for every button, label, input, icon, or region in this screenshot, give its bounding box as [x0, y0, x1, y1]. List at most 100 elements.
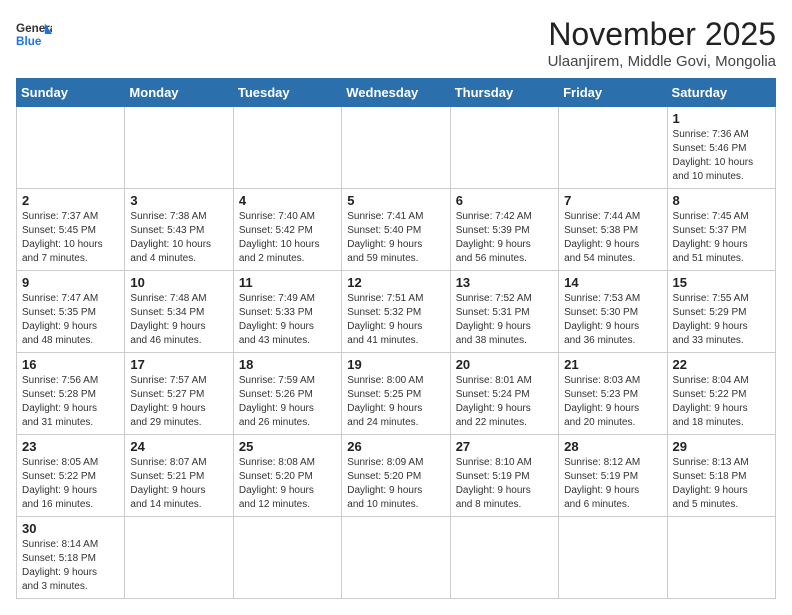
day-info: Sunrise: 7:51 AM Sunset: 5:32 PM Dayligh…	[347, 292, 444, 348]
calendar-cell: 20Sunrise: 8:01 AM Sunset: 5:24 PM Dayli…	[450, 353, 558, 435]
day-number: 8	[673, 193, 770, 208]
calendar-cell	[667, 517, 775, 599]
day-info: Sunrise: 7:53 AM Sunset: 5:30 PM Dayligh…	[564, 292, 661, 348]
day-number: 2	[22, 193, 119, 208]
logo: General Blue	[16, 16, 52, 52]
title-area: November 2025 Ulaanjirem, Middle Govi, M…	[548, 16, 776, 70]
day-info: Sunrise: 8:14 AM Sunset: 5:18 PM Dayligh…	[22, 538, 119, 594]
calendar-subtitle: Ulaanjirem, Middle Govi, Mongolia	[548, 53, 776, 70]
logo-icon: General Blue	[16, 16, 52, 52]
day-number: 27	[456, 439, 553, 454]
day-info: Sunrise: 8:10 AM Sunset: 5:19 PM Dayligh…	[456, 456, 553, 512]
calendar-cell: 12 Sunrise: 7:51 AM Sunset: 5:32 PM Dayli…	[342, 271, 450, 353]
calendar-cell: 8 Sunrise: 7:45 AM Sunset: 5:37 PM Daylig…	[667, 189, 775, 271]
day-info: Sunrise: 7:40 AM Sunset: 5:42 PM Dayligh…	[239, 210, 336, 266]
calendar-cell	[450, 107, 558, 189]
day-info: Sunrise: 7:55 AM Sunset: 5:29 PM Dayligh…	[673, 292, 770, 348]
calendar-cell	[17, 107, 125, 189]
weekday-header-thursday: Thursday	[450, 79, 558, 107]
day-info: Sunrise: 7:38 AM Sunset: 5:43 PM Dayligh…	[130, 210, 227, 266]
calendar-cell: 1 Sunrise: 7:36 AM Sunset: 5:46 PM Daylig…	[667, 107, 775, 189]
day-number: 6	[456, 193, 553, 208]
weekday-header-monday: Monday	[125, 79, 233, 107]
calendar-cell: 25Sunrise: 8:08 AM Sunset: 5:20 PM Dayli…	[233, 435, 341, 517]
calendar-cell: 21 Sunrise: 8:03 AM Sunset: 5:23 PM Dayli…	[559, 353, 667, 435]
day-number: 12	[347, 275, 444, 290]
calendar-cell	[342, 517, 450, 599]
calendar-cell	[233, 107, 341, 189]
day-number: 18	[239, 357, 336, 372]
day-number: 4	[239, 193, 336, 208]
calendar-cell: 16 Sunrise: 7:56 AM Sunset: 5:28 PM Dayli…	[17, 353, 125, 435]
day-number: 10	[130, 275, 227, 290]
calendar-cell: 11Sunrise: 7:49 AM Sunset: 5:33 PM Dayli…	[233, 271, 341, 353]
calendar-cell: 4 Sunrise: 7:40 AM Sunset: 5:42 PM Daylig…	[233, 189, 341, 271]
calendar-week-row: 30 Sunrise: 8:14 AM Sunset: 5:18 PM Dayli…	[17, 517, 776, 599]
day-number: 15	[673, 275, 770, 290]
day-info: Sunrise: 7:36 AM Sunset: 5:46 PM Dayligh…	[673, 128, 770, 184]
day-info: Sunrise: 8:09 AM Sunset: 5:20 PM Dayligh…	[347, 456, 444, 512]
weekday-header-saturday: Saturday	[667, 79, 775, 107]
day-info: Sunrise: 7:37 AM Sunset: 5:45 PM Dayligh…	[22, 210, 119, 266]
calendar-cell: 14 Sunrise: 7:53 AM Sunset: 5:30 PM Dayli…	[559, 271, 667, 353]
day-info: Sunrise: 7:48 AM Sunset: 5:34 PM Dayligh…	[130, 292, 227, 348]
day-info: Sunrise: 8:07 AM Sunset: 5:21 PM Dayligh…	[130, 456, 227, 512]
calendar-cell: 28 Sunrise: 8:12 AM Sunset: 5:19 PM Dayli…	[559, 435, 667, 517]
calendar-cell: 22 Sunrise: 8:04 AM Sunset: 5:22 PM Dayli…	[667, 353, 775, 435]
day-number: 16	[22, 357, 119, 372]
calendar-cell	[342, 107, 450, 189]
day-number: 9	[22, 275, 119, 290]
day-info: Sunrise: 7:44 AM Sunset: 5:38 PM Dayligh…	[564, 210, 661, 266]
calendar-cell	[125, 517, 233, 599]
calendar-table: SundayMondayTuesdayWednesdayThursdayFrid…	[16, 78, 776, 599]
day-info: Sunrise: 8:05 AM Sunset: 5:22 PM Dayligh…	[22, 456, 119, 512]
calendar-week-row: 1 Sunrise: 7:36 AM Sunset: 5:46 PM Daylig…	[17, 107, 776, 189]
day-number: 17	[130, 357, 227, 372]
calendar-week-row: 23 Sunrise: 8:05 AM Sunset: 5:22 PM Dayli…	[17, 435, 776, 517]
header: General Blue November 2025 Ulaanjirem, M…	[16, 16, 776, 70]
day-number: 26	[347, 439, 444, 454]
day-info: Sunrise: 7:52 AM Sunset: 5:31 PM Dayligh…	[456, 292, 553, 348]
day-info: Sunrise: 8:13 AM Sunset: 5:18 PM Dayligh…	[673, 456, 770, 512]
day-info: Sunrise: 8:04 AM Sunset: 5:22 PM Dayligh…	[673, 374, 770, 430]
calendar-cell: 18 Sunrise: 7:59 AM Sunset: 5:26 PM Dayli…	[233, 353, 341, 435]
day-number: 19	[347, 357, 444, 372]
calendar-cell	[233, 517, 341, 599]
calendar-cell: 23 Sunrise: 8:05 AM Sunset: 5:22 PM Dayli…	[17, 435, 125, 517]
weekday-header-wednesday: Wednesday	[342, 79, 450, 107]
day-number: 11	[239, 275, 336, 290]
calendar-week-row: 16 Sunrise: 7:56 AM Sunset: 5:28 PM Dayli…	[17, 353, 776, 435]
day-number: 30	[22, 521, 119, 536]
calendar-title: November 2025	[548, 16, 776, 53]
calendar-cell: 9Sunrise: 7:47 AM Sunset: 5:35 PM Daylig…	[17, 271, 125, 353]
day-number: 1	[673, 111, 770, 126]
calendar-cell: 15 Sunrise: 7:55 AM Sunset: 5:29 PM Dayli…	[667, 271, 775, 353]
day-info: Sunrise: 7:42 AM Sunset: 5:39 PM Dayligh…	[456, 210, 553, 266]
day-info: Sunrise: 8:03 AM Sunset: 5:23 PM Dayligh…	[564, 374, 661, 430]
day-number: 14	[564, 275, 661, 290]
day-number: 24	[130, 439, 227, 454]
calendar-cell: 29Sunrise: 8:13 AM Sunset: 5:18 PM Dayli…	[667, 435, 775, 517]
day-number: 5	[347, 193, 444, 208]
calendar-cell: 2 Sunrise: 7:37 AM Sunset: 5:45 PM Daylig…	[17, 189, 125, 271]
calendar-cell	[559, 517, 667, 599]
day-number: 28	[564, 439, 661, 454]
calendar-week-row: 9Sunrise: 7:47 AM Sunset: 5:35 PM Daylig…	[17, 271, 776, 353]
calendar-cell: 24 Sunrise: 8:07 AM Sunset: 5:21 PM Dayli…	[125, 435, 233, 517]
day-number: 23	[22, 439, 119, 454]
day-info: Sunrise: 7:57 AM Sunset: 5:27 PM Dayligh…	[130, 374, 227, 430]
day-number: 20	[456, 357, 553, 372]
calendar-cell: 27 Sunrise: 8:10 AM Sunset: 5:19 PM Dayli…	[450, 435, 558, 517]
day-number: 3	[130, 193, 227, 208]
day-info: Sunrise: 7:59 AM Sunset: 5:26 PM Dayligh…	[239, 374, 336, 430]
calendar-cell: 19 Sunrise: 8:00 AM Sunset: 5:25 PM Dayli…	[342, 353, 450, 435]
day-number: 21	[564, 357, 661, 372]
day-number: 25	[239, 439, 336, 454]
day-info: Sunrise: 7:45 AM Sunset: 5:37 PM Dayligh…	[673, 210, 770, 266]
day-info: Sunrise: 8:12 AM Sunset: 5:19 PM Dayligh…	[564, 456, 661, 512]
calendar-week-row: 2 Sunrise: 7:37 AM Sunset: 5:45 PM Daylig…	[17, 189, 776, 271]
day-info: Sunrise: 7:56 AM Sunset: 5:28 PM Dayligh…	[22, 374, 119, 430]
day-number: 22	[673, 357, 770, 372]
day-info: Sunrise: 8:00 AM Sunset: 5:25 PM Dayligh…	[347, 374, 444, 430]
calendar-cell	[125, 107, 233, 189]
